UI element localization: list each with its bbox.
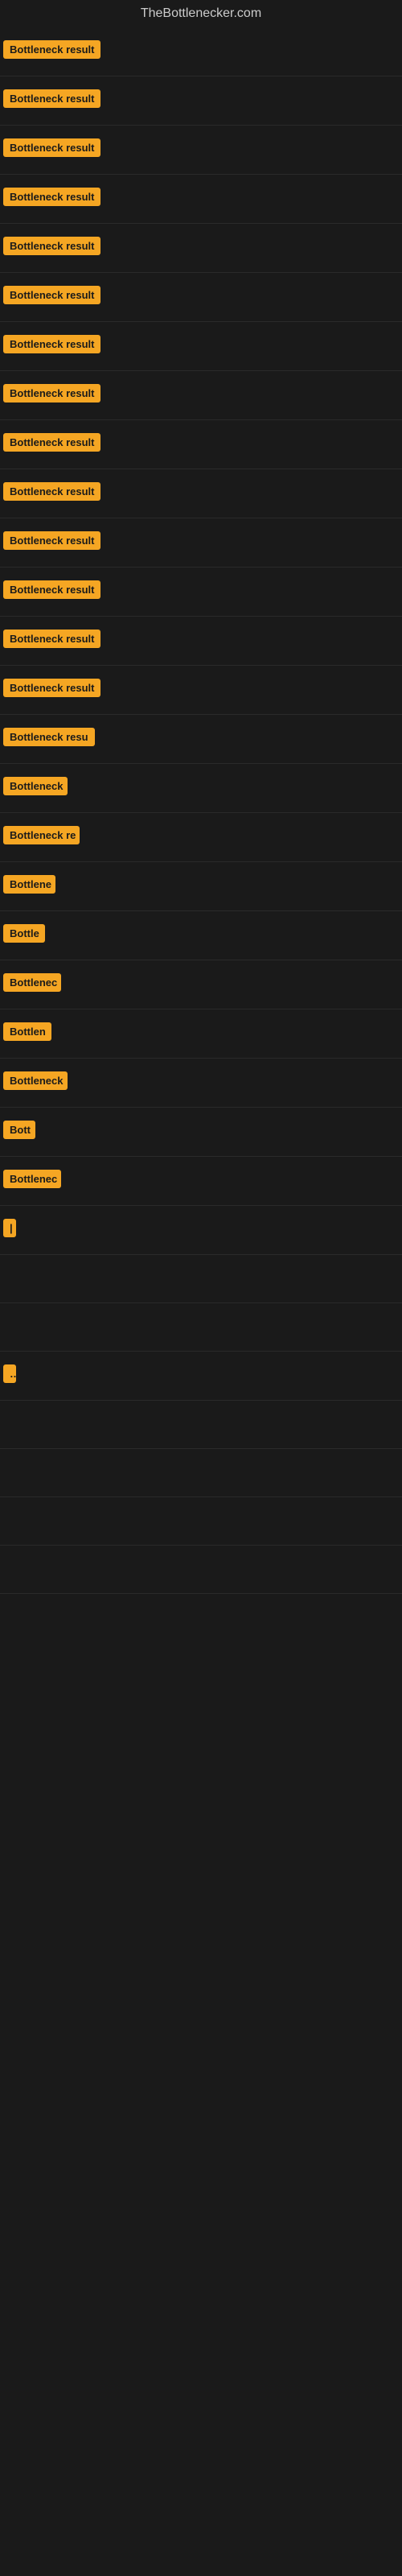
list-item: Bottlenec <box>0 960 402 1009</box>
list-item <box>0 1255 402 1303</box>
bottleneck-badge[interactable]: Bottleneck result <box>3 531 100 550</box>
list-item <box>0 1449 402 1497</box>
list-item: Bottle <box>0 911 402 960</box>
list-item: … <box>0 1352 402 1401</box>
bottleneck-badge[interactable]: Bott <box>3 1121 35 1139</box>
list-item: Bottleneck result <box>0 469 402 518</box>
bottleneck-badge[interactable]: Bottleneck result <box>3 482 100 501</box>
bottleneck-badge[interactable]: Bottleneck result <box>3 580 100 599</box>
list-item: Bottleneck result <box>0 666 402 715</box>
bottleneck-badge[interactable]: Bottleneck result <box>3 679 100 697</box>
list-item: | <box>0 1206 402 1255</box>
list-item: Bottlene <box>0 862 402 911</box>
bottleneck-badge[interactable]: Bottle <box>3 924 45 943</box>
list-item: Bottleneck result <box>0 568 402 617</box>
list-item: Bottleneck result <box>0 518 402 568</box>
list-item: Bottleneck re <box>0 813 402 862</box>
bottleneck-badge[interactable]: Bottleneck <box>3 1071 68 1090</box>
list-item: Bottleneck resu <box>0 715 402 764</box>
bottleneck-badge[interactable]: | <box>3 1219 16 1237</box>
list-item: Bottleneck result <box>0 420 402 469</box>
bottleneck-badge[interactable]: Bottleneck result <box>3 286 100 304</box>
list-item: Bottleneck result <box>0 322 402 371</box>
list-item: Bottleneck result <box>0 224 402 273</box>
bottleneck-badge[interactable]: Bottleneck result <box>3 138 100 157</box>
list-item: Bottleneck result <box>0 76 402 126</box>
list-item: Bottlen <box>0 1009 402 1059</box>
bottleneck-badge[interactable]: Bottleneck result <box>3 188 100 206</box>
bottleneck-badge[interactable]: Bottlenec <box>3 1170 61 1188</box>
bottleneck-badge[interactable]: Bottlen <box>3 1022 51 1041</box>
bottleneck-badge[interactable]: Bottleneck result <box>3 89 100 108</box>
bottleneck-badge[interactable]: Bottleneck result <box>3 40 100 59</box>
bottleneck-badge[interactable]: Bottleneck <box>3 777 68 795</box>
list-item <box>0 1401 402 1449</box>
list-item: Bott <box>0 1108 402 1157</box>
list-item: Bottleneck result <box>0 175 402 224</box>
list-item: Bottleneck result <box>0 27 402 76</box>
bottleneck-badge[interactable]: Bottleneck result <box>3 630 100 648</box>
list-item: Bottleneck <box>0 764 402 813</box>
bottleneck-badge[interactable]: Bottleneck result <box>3 433 100 452</box>
list-item <box>0 1303 402 1352</box>
bottleneck-badge[interactable]: Bottleneck re <box>3 826 80 844</box>
list-item: Bottleneck result <box>0 273 402 322</box>
list-item: Bottleneck result <box>0 371 402 420</box>
list-item: Bottleneck <box>0 1059 402 1108</box>
bottleneck-badge[interactable]: … <box>3 1364 16 1383</box>
list-item: Bottleneck result <box>0 617 402 666</box>
bottleneck-badge[interactable]: Bottleneck result <box>3 384 100 402</box>
bottleneck-badge[interactable]: Bottlenec <box>3 973 61 992</box>
list-item: Bottleneck result <box>0 126 402 175</box>
bottleneck-badge[interactable]: Bottleneck result <box>3 335 100 353</box>
site-title: TheBottlenecker.com <box>0 0 402 27</box>
site-title-text: TheBottlenecker.com <box>141 6 261 20</box>
list-item <box>0 1546 402 1594</box>
bottleneck-badge[interactable]: Bottleneck resu <box>3 728 95 746</box>
bottleneck-badge[interactable]: Bottleneck result <box>3 237 100 255</box>
bottleneck-badge[interactable]: Bottlene <box>3 875 55 894</box>
list-item: Bottlenec <box>0 1157 402 1206</box>
list-item <box>0 1497 402 1546</box>
